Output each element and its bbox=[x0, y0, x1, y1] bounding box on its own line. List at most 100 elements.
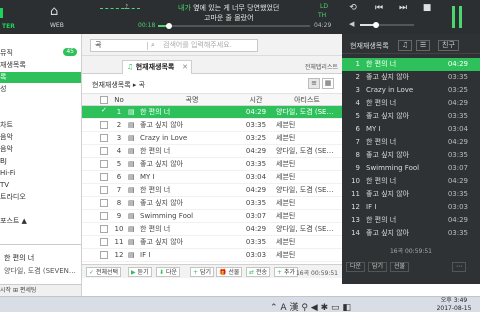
row-checkbox[interactable] bbox=[100, 160, 108, 168]
row-artist[interactable]: 세븐틴 bbox=[276, 210, 334, 222]
row-checkbox[interactable] bbox=[100, 199, 108, 207]
row-checkbox[interactable] bbox=[100, 251, 108, 259]
queue-item[interactable]: 1 한 편의 너 04:29 bbox=[342, 58, 480, 71]
sidebar-item[interactable]: 음악 bbox=[0, 144, 81, 155]
sidebar-item[interactable]: BJ bbox=[0, 156, 81, 167]
sidebar-item[interactable] bbox=[0, 108, 81, 119]
row-title[interactable]: 좋고 싶지 않아 bbox=[140, 197, 230, 209]
queue-title[interactable]: 현재재생목록 bbox=[350, 41, 389, 51]
lyrics-toggle-th[interactable]: TH bbox=[318, 12, 326, 19]
row-checkbox[interactable] bbox=[100, 121, 108, 129]
web-button[interactable]: ⌂ WEB bbox=[44, 0, 72, 34]
row-title[interactable]: 좋고 싶지 않아 bbox=[140, 236, 230, 248]
sidebar-item[interactable] bbox=[0, 204, 81, 215]
bluetooth-icon[interactable]: ✱ bbox=[321, 303, 329, 312]
select-all-button[interactable]: ✓ 전체선택 bbox=[86, 267, 122, 277]
table-row[interactable]: 12 ▤ IF I 03:03 세븐틴 bbox=[82, 249, 342, 262]
queue-item[interactable]: 9 Swimming Fool 03:07 bbox=[342, 162, 480, 175]
column-no[interactable]: No bbox=[112, 94, 126, 106]
row-title[interactable]: 좋고 싶지 않아 bbox=[140, 119, 230, 131]
queue-item[interactable]: 13 한 편의 너 04:29 bbox=[342, 214, 480, 227]
close-icon[interactable]: ✕ bbox=[182, 61, 188, 74]
table-row[interactable]: 8 ▤ 좋고 싶지 않아 03:35 세븐틴 bbox=[82, 197, 342, 210]
row-title[interactable]: MY I bbox=[140, 171, 230, 183]
row-title[interactable]: 한 편의 너 bbox=[140, 106, 230, 118]
queue-item[interactable]: 5 좋고 싶지 않아 03:35 bbox=[342, 110, 480, 123]
network-icon[interactable]: ⚲ bbox=[301, 303, 308, 312]
queue-item[interactable]: 3 Crazy in Love 03:25 bbox=[342, 84, 480, 97]
row-checkbox[interactable] bbox=[100, 106, 108, 116]
row-artist[interactable]: 세븐틴 bbox=[276, 236, 334, 248]
row-checkbox[interactable] bbox=[100, 238, 108, 246]
row-title[interactable]: 한 편의 너 bbox=[140, 145, 230, 157]
sidebar-item[interactable]: 음악 bbox=[0, 132, 81, 143]
sidebar-item[interactable] bbox=[0, 96, 81, 107]
table-row[interactable]: 3 ▤ Crazy in Love 03:25 세븐틴 bbox=[82, 132, 342, 145]
table-row[interactable]: 9 ▤ Swimming Fool 03:07 세븐틴 bbox=[82, 210, 342, 223]
table-row[interactable]: 5 ▤ 좋고 싶지 않아 03:35 세븐틴 bbox=[82, 158, 342, 171]
row-title[interactable]: 한 편의 너 bbox=[140, 223, 230, 235]
battery-icon[interactable]: ▭ bbox=[331, 303, 340, 312]
sidebar-item[interactable] bbox=[0, 36, 81, 47]
row-title[interactable]: Crazy in Love bbox=[140, 132, 230, 144]
queue-item[interactable]: 2 좋고 싶지 않아 03:35 bbox=[342, 71, 480, 84]
chevron-up-icon[interactable]: ⌃ bbox=[270, 303, 278, 312]
row-checkbox[interactable] bbox=[100, 186, 108, 194]
table-row[interactable]: 10 ▤ 한 편의 너 04:29 양다일, 도겸 (SE… bbox=[82, 223, 342, 236]
table-row[interactable]: 2 ▤ 좋고 싶지 않아 03:35 세븐틴 bbox=[82, 119, 342, 132]
search-icon[interactable]: ⌕ bbox=[151, 40, 155, 51]
grid-view-icon[interactable]: ▦ bbox=[322, 78, 334, 89]
row-artist[interactable]: 세븐틴 bbox=[276, 119, 334, 131]
row-checkbox[interactable] bbox=[100, 212, 108, 220]
sidebar-item[interactable]: 차트 bbox=[0, 120, 81, 131]
row-title[interactable]: Swimming Fool bbox=[140, 210, 230, 222]
search-input[interactable]: 곡 ⌕ 검색어를 입력해주세요. bbox=[90, 39, 258, 52]
sidebar-item[interactable]: 재생목록 bbox=[0, 60, 81, 71]
listen-button[interactable]: ▶ 듣기 bbox=[128, 267, 152, 277]
sidebar-item[interactable]: 성 bbox=[0, 84, 81, 95]
queue-put-button[interactable]: 담기 bbox=[368, 262, 388, 272]
sidebar-item[interactable]: 트라디오 bbox=[0, 192, 81, 203]
next-icon[interactable]: ⏭ bbox=[396, 3, 410, 13]
stop-icon[interactable]: ■ bbox=[420, 3, 434, 13]
queue-menu-icon[interactable]: ☰ bbox=[416, 40, 431, 51]
seek-handle[interactable] bbox=[165, 23, 172, 29]
repeat-icon[interactable]: ⟲ bbox=[346, 3, 360, 13]
queue-item[interactable]: 14 좋고 싶지 않아 03:35 bbox=[342, 227, 480, 240]
queue-more-icon[interactable]: ⋯ bbox=[452, 262, 466, 272]
speaker-icon[interactable]: ◀ bbox=[311, 303, 318, 312]
volume-icon[interactable]: ◀ bbox=[349, 20, 354, 28]
sidebar-bottom-bar[interactable]: 시작 ⊞ 편세팅 bbox=[0, 284, 82, 296]
row-artist[interactable]: 양다일, 도겸 (SE… bbox=[276, 106, 334, 118]
taskbar-clock[interactable]: 오후 3:49 2017-08-15 bbox=[430, 297, 478, 312]
gift-button[interactable]: 🎁 선물 bbox=[216, 267, 243, 277]
friend-button[interactable]: 친구 bbox=[438, 40, 459, 51]
row-artist[interactable]: 양다일, 도겸 (SE… bbox=[276, 184, 334, 196]
table-row[interactable]: 11 ▤ 좋고 싶지 않아 03:35 세븐틴 bbox=[82, 236, 342, 249]
queue-item[interactable]: 11 좋고 싶지 않아 03:35 bbox=[342, 188, 480, 201]
volume-handle[interactable] bbox=[373, 22, 380, 28]
put-button[interactable]: + 담기 bbox=[190, 267, 214, 277]
row-title[interactable]: 좋고 싶지 않아 bbox=[140, 158, 230, 170]
seek-bar[interactable] bbox=[158, 23, 310, 29]
row-title[interactable]: 한 편의 너 bbox=[140, 184, 230, 196]
queue-gift-button[interactable]: 선물 bbox=[390, 262, 410, 272]
download-button[interactable]: ⬇ 다운 bbox=[156, 267, 180, 277]
table-row[interactable]: 4 ▤ 한 편의 너 04:29 양다일, 도겸 (SE… bbox=[82, 145, 342, 158]
sidebar-item[interactable]: 록 bbox=[0, 72, 81, 83]
tab-current-playlist[interactable]: ♫ 현재재생목록 ✕ bbox=[122, 60, 192, 74]
column-time[interactable]: 시간 bbox=[242, 94, 270, 106]
row-checkbox[interactable] bbox=[100, 173, 108, 181]
table-row[interactable]: 1 ▤ 한 편의 너 04:29 양다일, 도겸 (SE… bbox=[82, 106, 342, 119]
queue-item[interactable]: 7 한 편의 너 04:29 bbox=[342, 136, 480, 149]
volume-slider[interactable] bbox=[360, 22, 414, 28]
sidebar-item[interactable]: 포스트 ▲ bbox=[0, 216, 81, 227]
column-artist[interactable]: 아티스트 bbox=[282, 94, 332, 106]
all-tabs-button[interactable]: 전체탭리스트 bbox=[305, 62, 338, 71]
add-button[interactable]: + 추가 bbox=[274, 267, 298, 277]
queue-item[interactable]: 4 한 편의 너 04:29 bbox=[342, 97, 480, 110]
queue-item[interactable]: 8 좋고 싶지 않아 03:35 bbox=[342, 149, 480, 162]
app-logo[interactable]: TER bbox=[0, 0, 34, 34]
list-view-icon[interactable]: ≡ bbox=[308, 78, 320, 89]
row-artist[interactable]: 양다일, 도겸 (SE… bbox=[276, 145, 334, 157]
